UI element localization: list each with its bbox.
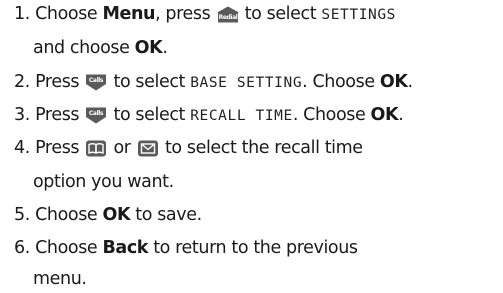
calls-key-label: Calls [89,110,104,117]
phonebook-key-icon [85,140,107,157]
step-4-continuation: option you want. [33,171,174,193]
redial-key-icon: Redial [217,6,239,23]
menu-softkey-label: Menu [102,4,156,24]
calls-key-icon: Calls [85,74,107,91]
step-text: . [407,72,414,92]
display-text-base-setting: BASE SETTING [190,75,303,91]
step-2: 2. Press Calls to select BASE SETTING. C… [14,71,413,94]
step-number: 2. [14,72,30,92]
back-softkey-label: Back [102,238,149,258]
message-key-icon [137,140,159,157]
step-text: to select [113,105,186,125]
step-text: . Choose [302,72,375,92]
step-text: and choose [33,38,130,58]
ok-softkey-label: OK [379,72,408,92]
step-6-continuation: menu. [33,268,87,290]
calls-key-label: Calls [89,77,104,84]
step-number: 1. [14,4,30,24]
step-text: . [162,38,168,58]
display-text-settings: SETTINGS [321,7,397,23]
step-1: 1. Choose Menu, press Redial to select S… [14,3,396,26]
ok-softkey-label: OK [134,38,163,58]
step-text: option you want. [33,172,174,192]
calls-key-icon: Calls [85,107,107,124]
step-1-continuation: and choose OK. [33,37,168,59]
step-text: Choose [35,4,98,24]
step-text: Press [35,105,80,125]
step-text: . [398,105,404,125]
step-text: Choose [35,205,98,225]
step-number: 4. [14,138,30,158]
step-number: 5. [14,205,30,225]
step-4: 4. Press or to select the recall time [14,137,363,159]
step-3: 3. Press Calls to select RECALL TIME. Ch… [14,104,404,127]
step-text: to select the recall time [164,138,363,158]
step-text: to select [113,72,186,92]
step-number: 3. [14,105,30,125]
instruction-list: 1. Choose Menu, press Redial to select S… [0,0,503,293]
step-6: 6. Choose Back to return to the previous [14,237,358,259]
step-text: Press [35,138,80,158]
step-text: to return to the previous [153,238,358,258]
step-text: , press [155,4,211,24]
step-text: to select [244,4,317,24]
step-text: or [113,138,131,158]
redial-key-label: Redial [218,14,237,21]
step-text: to save. [135,205,202,225]
step-text: . Choose [292,105,366,125]
step-text: Choose [35,238,98,258]
ok-softkey-label: OK [370,105,399,125]
step-5: 5. Choose OK to save. [14,204,202,226]
display-text-recall-time: RECALL TIME [190,108,293,124]
step-text: Press [35,72,80,92]
step-text: menu. [33,269,87,289]
step-number: 6. [14,238,30,258]
ok-softkey-label: OK [102,205,131,225]
